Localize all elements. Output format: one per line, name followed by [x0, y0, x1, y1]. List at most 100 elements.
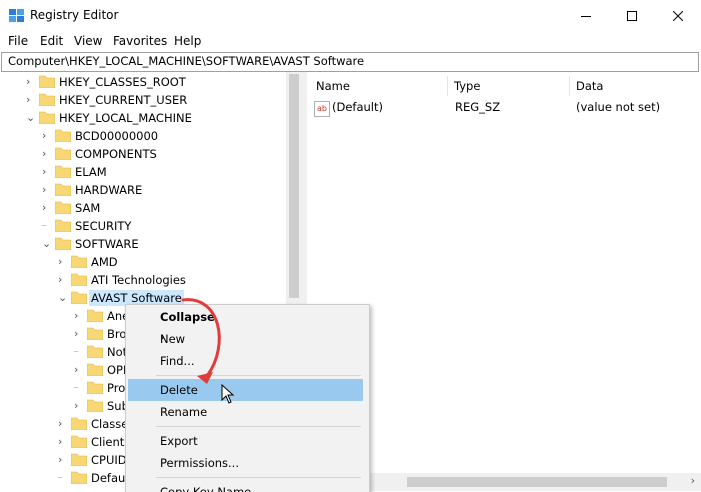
- collapse-chevron-icon[interactable]: ⌄: [26, 110, 35, 126]
- tree-node-label: HARDWARE: [75, 183, 143, 197]
- scroll-right-arrow-icon[interactable]: ›: [691, 474, 695, 487]
- menu-item-collapse[interactable]: Collapse: [128, 306, 363, 328]
- column-separator[interactable]: [569, 76, 570, 96]
- value-data: (value not set): [576, 100, 661, 114]
- collapse-chevron-icon[interactable]: ⌄: [42, 236, 51, 252]
- menu-file[interactable]: File: [8, 34, 28, 48]
- folder-icon: [71, 435, 87, 448]
- expand-chevron-icon[interactable]: ›: [58, 434, 67, 450]
- context-menu: Collapse New › Find... Delete Rename Export Per…: [125, 304, 370, 492]
- folder-icon: [87, 345, 103, 358]
- menu-item-copy-key-name[interactable]: Copy Key Name: [128, 481, 363, 492]
- expand-chevron-icon[interactable]: ›: [42, 164, 51, 180]
- address-path: Computer\HKEY_LOCAL_MACHINE\SOFTWARE\AVA…: [8, 54, 365, 68]
- expand-chevron-icon[interactable]: ›: [42, 200, 51, 216]
- menu-item-label: Rename: [160, 405, 208, 419]
- expand-chevron-icon[interactable]: ›: [74, 308, 83, 324]
- menu-edit[interactable]: Edit: [40, 34, 63, 48]
- tree-connector: ─: [42, 222, 47, 230]
- folder-icon: [39, 75, 55, 88]
- folder-icon: [87, 327, 103, 340]
- folder-icon: [71, 471, 87, 484]
- column-header-data[interactable]: Data: [576, 79, 603, 93]
- expand-chevron-icon[interactable]: ›: [74, 362, 83, 378]
- minimize-icon: [581, 16, 591, 17]
- folder-icon: [71, 291, 87, 304]
- folder-icon: [87, 399, 103, 412]
- folder-icon: [39, 111, 55, 124]
- expand-chevron-icon[interactable]: ›: [26, 74, 35, 90]
- menu-item-rename[interactable]: Rename: [128, 401, 363, 423]
- folder-icon: [55, 129, 71, 142]
- folder-icon: [71, 273, 87, 286]
- folder-icon: [71, 453, 87, 466]
- expand-chevron-icon[interactable]: ›: [42, 182, 51, 198]
- expand-chevron-icon[interactable]: ›: [74, 398, 83, 414]
- tree-node-label: BCD00000000: [75, 129, 159, 143]
- folder-icon: [55, 219, 71, 232]
- menu-item-label: Export: [160, 434, 198, 448]
- title-bar: Registry Editor: [0, 0, 701, 32]
- tree-node-label: SAM: [75, 201, 101, 215]
- menu-item-new[interactable]: New ›: [128, 328, 363, 350]
- menu-help[interactable]: Help: [174, 34, 201, 48]
- tree-connector: ─: [74, 348, 79, 356]
- value-type: REG_SZ: [455, 100, 501, 114]
- close-button[interactable]: [655, 0, 701, 32]
- folder-icon: [71, 417, 87, 430]
- list-scroll-thumb[interactable]: [407, 477, 667, 487]
- maximize-button[interactable]: [609, 0, 655, 32]
- tree-connector: ─: [58, 474, 63, 482]
- menu-item-delete[interactable]: Delete: [128, 379, 363, 401]
- expand-chevron-icon[interactable]: ›: [58, 272, 67, 288]
- folder-icon: [55, 165, 71, 178]
- address-bar[interactable]: Computer\HKEY_LOCAL_MACHINE\SOFTWARE\AVA…: [1, 52, 699, 72]
- minimize-button[interactable]: [563, 0, 609, 32]
- folder-icon: [87, 381, 103, 394]
- menu-separator: [156, 426, 361, 427]
- collapse-chevron-icon[interactable]: ⌄: [58, 290, 67, 306]
- expand-chevron-icon[interactable]: ›: [74, 326, 83, 342]
- expand-chevron-icon[interactable]: ›: [58, 254, 67, 270]
- expand-chevron-icon[interactable]: ›: [58, 452, 67, 468]
- value-name[interactable]: (Default): [332, 100, 383, 114]
- window-title: Registry Editor: [30, 8, 119, 22]
- tree-node-label: Pro: [107, 381, 126, 395]
- menu-item-label: Permissions...: [160, 456, 239, 470]
- string-value-icon: ab: [314, 101, 330, 117]
- tree-connector: ─: [74, 384, 79, 392]
- registry-editor-window: Registry Editor File Edit View Favorites…: [0, 0, 701, 492]
- tree-scroll-thumb[interactable]: [289, 74, 299, 298]
- folder-icon: [39, 93, 55, 106]
- menu-item-label: Copy Key Name: [160, 485, 252, 492]
- menu-item-export[interactable]: Export: [128, 430, 363, 452]
- tree-node-label: AMD: [91, 255, 118, 269]
- folder-icon: [55, 183, 71, 196]
- column-separator[interactable]: [447, 76, 448, 96]
- folder-icon: [71, 255, 87, 268]
- expand-chevron-icon[interactable]: ›: [58, 416, 67, 432]
- expand-chevron-icon[interactable]: ›: [42, 128, 51, 144]
- tree-node-label: HKEY_CURRENT_USER: [59, 93, 188, 107]
- expand-chevron-icon[interactable]: ›: [42, 146, 51, 162]
- mouse-cursor-icon: [221, 384, 235, 404]
- tree-node-label: HKEY_CLASSES_ROOT: [59, 75, 186, 89]
- menu-item-find[interactable]: Find...: [128, 350, 363, 372]
- folder-icon: [87, 309, 103, 322]
- tree-node-label: COMPONENTS: [75, 147, 157, 161]
- close-icon: [673, 11, 683, 21]
- registry-editor-icon: [9, 9, 24, 22]
- menu-view[interactable]: View: [74, 34, 102, 48]
- annotation-arrow: [181, 298, 221, 384]
- column-header-name[interactable]: Name: [316, 79, 350, 93]
- menu-item-permissions[interactable]: Permissions...: [128, 452, 363, 474]
- menu-favorites[interactable]: Favorites: [113, 34, 167, 48]
- folder-icon: [55, 237, 71, 250]
- column-header-type[interactable]: Type: [454, 79, 480, 93]
- tree-node-label: SECURITY: [75, 219, 132, 233]
- tree-node-label: CPUID: [91, 453, 127, 467]
- menu-bar: File Edit View Favorites Help: [0, 32, 701, 52]
- tree-node-label: ELAM: [75, 165, 107, 179]
- tree-node-label: SOFTWARE: [75, 237, 139, 251]
- expand-chevron-icon[interactable]: ›: [26, 92, 35, 108]
